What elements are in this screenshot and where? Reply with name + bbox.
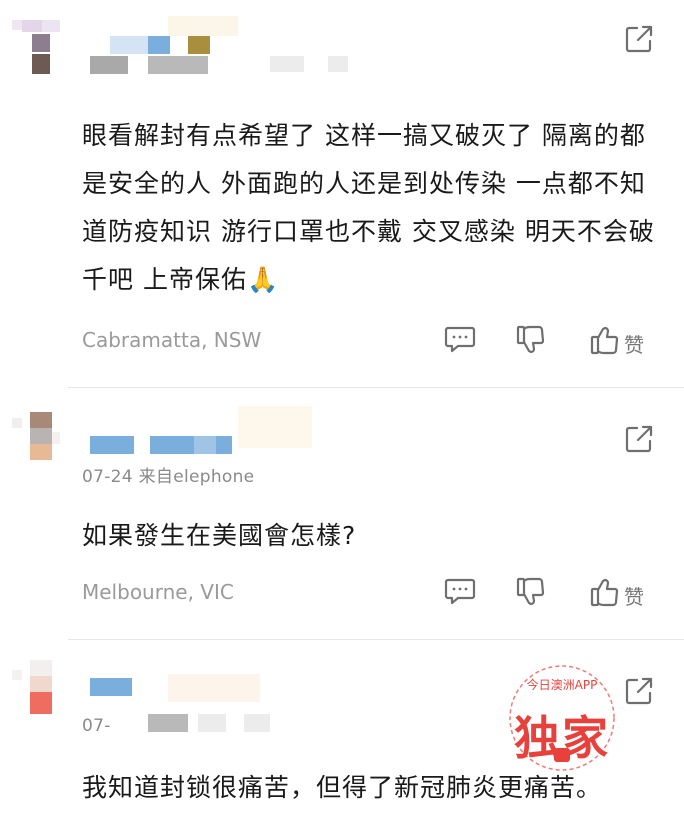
location-label: Cabramatta, NSW	[82, 328, 262, 352]
avatar[interactable]	[12, 412, 62, 478]
like-label: 赞	[624, 585, 644, 609]
avatar[interactable]	[12, 20, 62, 86]
avatar[interactable]	[12, 660, 62, 726]
comment-meta: 07-24 来自elephone	[82, 467, 255, 487]
thumbs-down-icon[interactable]	[516, 576, 546, 608]
thumbs-down-icon[interactable]	[516, 324, 546, 356]
comment-meta: 07-	[82, 716, 111, 736]
comment-text: 如果發生在美國會怎樣?	[82, 521, 357, 550]
comment-footer: Cabramatta, NSW 赞	[82, 322, 654, 358]
share-out-icon[interactable]	[624, 24, 654, 54]
thumbs-up-icon[interactable]: 赞	[590, 324, 644, 357]
watermark-main-text: 独家	[514, 711, 610, 765]
comment-bubble-icon[interactable]	[444, 324, 476, 354]
username[interactable]	[88, 400, 328, 454]
location-label: Melbourne, VIC	[82, 580, 234, 604]
comment-bubble-icon[interactable]	[444, 576, 476, 606]
comment-footer: Melbourne, VIC 赞	[82, 574, 654, 610]
watermark-arc-text: 今日澳洲APP	[526, 678, 598, 692]
comment-item: 07-24 来自elephone 如果發生在美國會怎樣? Melbourne, …	[0, 388, 684, 640]
username[interactable]	[88, 16, 348, 80]
thumbs-up-icon[interactable]: 赞	[590, 576, 644, 609]
share-out-icon[interactable]	[624, 676, 654, 706]
comment-text: 眼看解封有点希望了 这样一搞又破灭了 隔离的都是安全的人 外面跑的人还是到处传染…	[82, 121, 655, 294]
watermark-logo: 今日澳洲APP 独家	[502, 662, 622, 774]
share-out-icon[interactable]	[624, 424, 654, 454]
comment-item: 眼看解封有点希望了 这样一搞又破灭了 隔离的都是安全的人 外面跑的人还是到处传染…	[0, 0, 684, 388]
like-label: 赞	[624, 333, 644, 357]
